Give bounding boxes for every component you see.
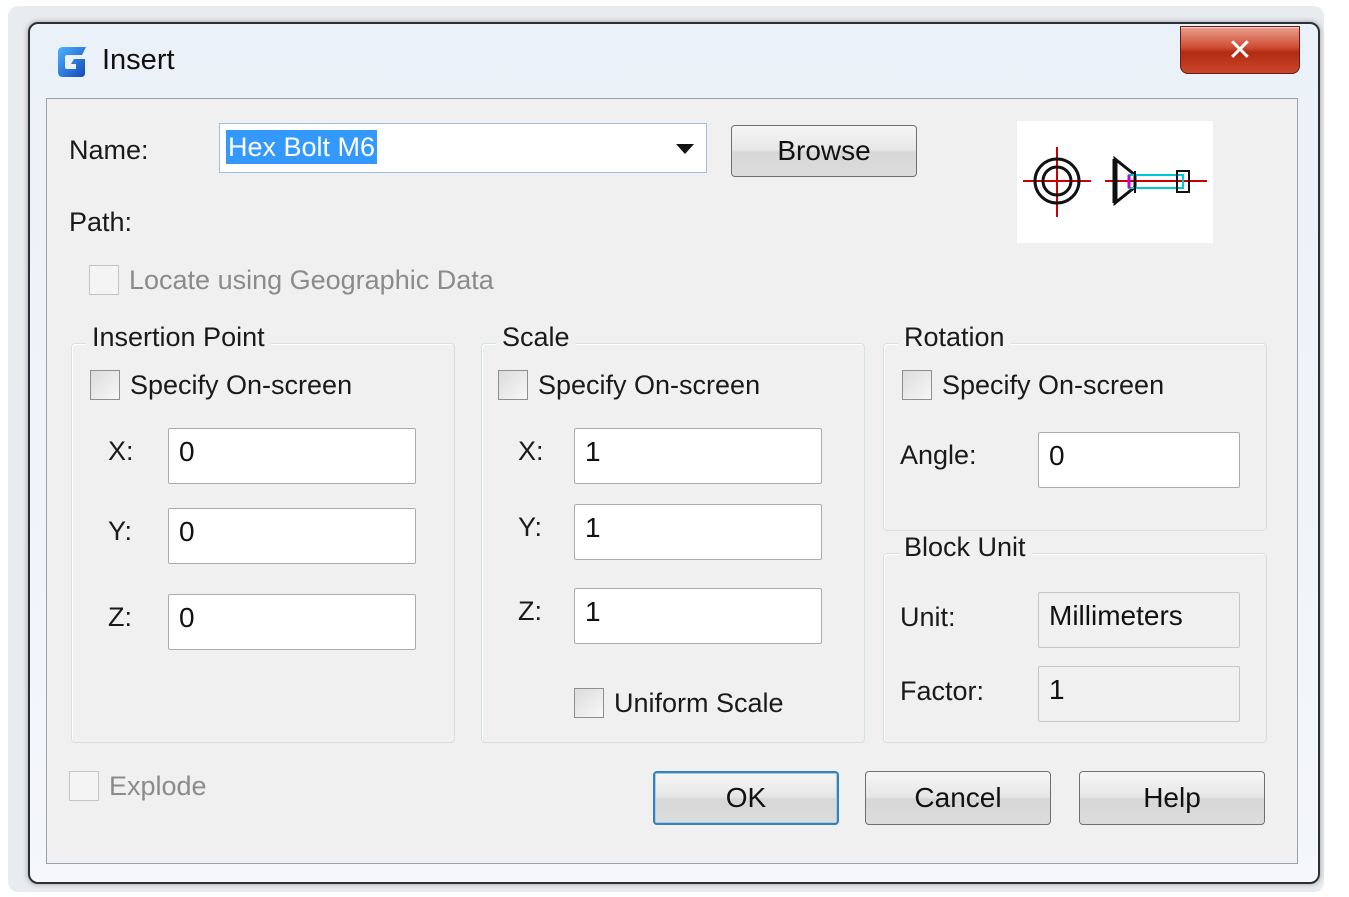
cancel-button[interactable]: Cancel: [865, 771, 1051, 825]
unit-value: Millimeters: [1038, 592, 1240, 648]
rotation-specify-checkbox[interactable]: [902, 370, 932, 400]
window-title: Insert: [102, 44, 175, 76]
path-label: Path:: [69, 207, 133, 237]
insertion-z-label: Z:: [108, 602, 132, 632]
gcad-logo-icon: [58, 47, 86, 77]
scale-x-label: X:: [518, 436, 544, 466]
scale-group: Scale Specify On-screen X: 1 Y: 1 Z: 1 U…: [481, 322, 865, 743]
insertion-y-label: Y:: [108, 516, 133, 546]
insertion-specify-label: Specify On-screen: [130, 370, 353, 400]
block-unit-group: Block Unit Unit: Millimeters Factor: 1: [883, 532, 1267, 743]
name-combobox[interactable]: Hex Bolt M6: [219, 123, 707, 173]
factor-value: 1: [1038, 666, 1240, 722]
angle-label: Angle:: [900, 440, 977, 470]
name-input[interactable]: Hex Bolt M6: [226, 130, 378, 164]
scale-title: Scale: [496, 322, 576, 353]
geo-checkbox[interactable]: [89, 265, 119, 295]
insertion-specify-checkbox[interactable]: [90, 370, 120, 400]
insertion-point-title: Insertion Point: [86, 322, 271, 353]
close-icon: ✕: [1227, 33, 1253, 67]
insertion-point-group: Insertion Point Specify On-screen X: 0 Y…: [71, 322, 455, 743]
rotation-specify-label: Specify On-screen: [942, 370, 1165, 400]
explode-label: Explode: [109, 771, 207, 801]
scale-x-input[interactable]: 1: [574, 428, 822, 484]
block-unit-title: Block Unit: [898, 532, 1032, 563]
scale-y-label: Y:: [518, 512, 543, 542]
explode-checkbox[interactable]: [69, 771, 99, 801]
insertion-x-label: X:: [108, 436, 134, 466]
ok-button[interactable]: OK: [653, 771, 839, 825]
scale-z-label: Z:: [518, 596, 542, 626]
uniform-scale-checkbox[interactable]: [574, 688, 604, 718]
scale-y-input[interactable]: 1: [574, 504, 822, 560]
block-preview: [1017, 121, 1213, 243]
dialog-body: Name: Hex Bolt M6 Browse Path: Locate us…: [46, 98, 1298, 864]
factor-label: Factor:: [900, 676, 985, 706]
scale-z-input[interactable]: 1: [574, 588, 822, 644]
browse-button[interactable]: Browse: [731, 125, 917, 177]
rotation-title: Rotation: [898, 322, 1011, 353]
unit-label: Unit:: [900, 602, 956, 632]
insertion-x-input[interactable]: 0: [168, 428, 416, 484]
name-label: Name:: [69, 135, 149, 165]
help-button[interactable]: Help: [1079, 771, 1265, 825]
scale-specify-checkbox[interactable]: [498, 370, 528, 400]
insertion-z-input[interactable]: 0: [168, 594, 416, 650]
rotation-group: Rotation Specify On-screen Angle: 0: [883, 322, 1267, 531]
close-button[interactable]: ✕: [1180, 26, 1300, 74]
uniform-scale-label: Uniform Scale: [614, 688, 784, 718]
insert-dialog: Insert ✕ Name: Hex Bolt M6 Browse Path: …: [28, 22, 1320, 884]
angle-input[interactable]: 0: [1038, 432, 1240, 488]
title-bar[interactable]: Insert ✕: [30, 24, 1318, 100]
geo-label: Locate using Geographic Data: [129, 265, 494, 295]
insertion-y-input[interactable]: 0: [168, 508, 416, 564]
chevron-down-icon[interactable]: [676, 144, 694, 154]
block-preview-icon: [1023, 147, 1207, 217]
scale-specify-label: Specify On-screen: [538, 370, 761, 400]
